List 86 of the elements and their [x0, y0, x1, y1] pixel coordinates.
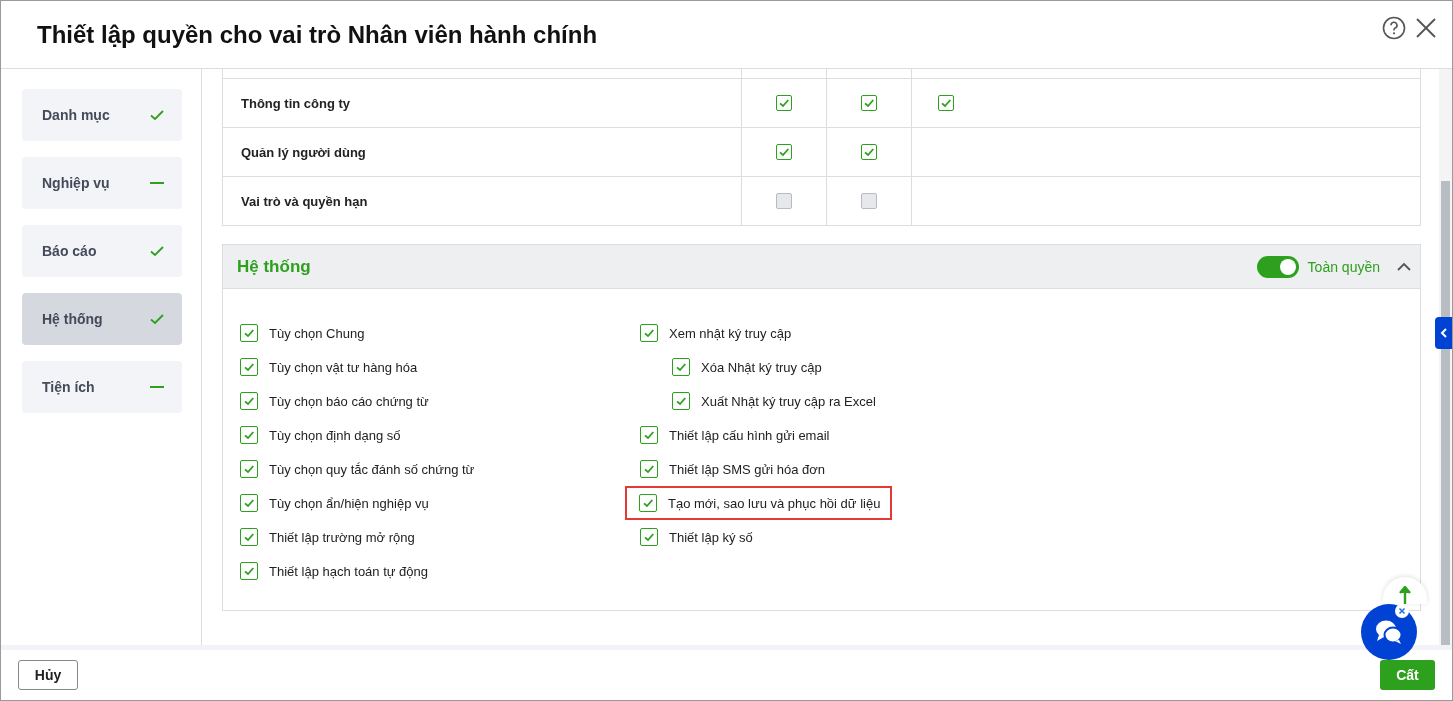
permission-label: Thiết lập ký số — [669, 529, 753, 545]
checkbox[interactable] — [640, 324, 658, 342]
checkbox[interactable] — [861, 144, 877, 160]
check-icon — [243, 565, 255, 577]
close-icon[interactable] — [1416, 18, 1436, 38]
chat-button[interactable] — [1361, 604, 1417, 660]
check-icon — [243, 361, 255, 373]
check-icon — [643, 463, 655, 475]
permission-label: Tùy chọn vật tư hàng hóa — [269, 359, 418, 375]
chat-bubbles-icon — [1374, 618, 1404, 646]
table-cell: Vai trò và quyền hạn — [241, 193, 368, 209]
checkbox[interactable] — [240, 358, 258, 376]
scrollbar-thumb[interactable] — [1441, 181, 1450, 645]
checkbox[interactable] — [938, 95, 954, 111]
check-icon — [863, 97, 875, 109]
check-icon — [778, 97, 790, 109]
permission-label: Xóa Nhật ký truy cập — [701, 359, 822, 375]
permission-label: Tùy chọn báo cáo chứng từ — [269, 393, 429, 409]
checkbox[interactable] — [640, 426, 658, 444]
check-icon — [940, 97, 952, 109]
check-icon — [243, 463, 255, 475]
permission-label: Tạo mới, sao lưu và phục hồi dữ liệu — [668, 495, 881, 511]
check-icon — [243, 429, 255, 441]
sidebar-label: Tiện ích — [42, 379, 95, 395]
sidebar-label: Hệ thống — [42, 311, 103, 327]
checkbox[interactable] — [639, 494, 657, 512]
permission-label: Thiết lập cấu hình gửi email — [669, 427, 830, 443]
arrow-up-icon — [1399, 586, 1411, 604]
check-icon — [863, 146, 875, 158]
checkbox[interactable] — [240, 426, 258, 444]
checkbox[interactable] — [776, 144, 792, 160]
section-title: Hệ thống — [237, 256, 311, 277]
check-icon — [643, 429, 655, 441]
sidebar-item[interactable]: Hệ thống — [22, 293, 182, 345]
check-icon — [778, 146, 790, 158]
sidebar-label: Nghiệp vụ — [42, 175, 110, 191]
chevron-icon — [1439, 328, 1448, 338]
scroll-top-button[interactable] — [1383, 577, 1427, 604]
checkbox[interactable] — [672, 392, 690, 410]
check-icon — [643, 327, 655, 339]
checkbox[interactable] — [240, 562, 258, 580]
permission-label: Xuất Nhật ký truy cập ra Excel — [701, 393, 876, 409]
permission-label: Tùy chọn Chung — [269, 325, 365, 341]
checkbox[interactable] — [240, 324, 258, 342]
check-icon — [675, 395, 687, 407]
sidebar-item[interactable]: Tiện ích — [22, 361, 182, 413]
toggle-label: Toàn quyền — [1307, 258, 1380, 275]
checkbox[interactable] — [240, 528, 258, 546]
sidebar-item[interactable]: Nghiệp vụ — [22, 157, 182, 209]
checkbox[interactable] — [240, 392, 258, 410]
permission-label: Tùy chọn quy tắc đánh số chứng từ — [269, 461, 475, 477]
check-icon — [642, 497, 654, 509]
checkbox[interactable] — [640, 460, 658, 478]
check-icon — [675, 361, 687, 373]
close-icon[interactable] — [1395, 604, 1409, 618]
toggle-switch[interactable] — [1256, 255, 1299, 278]
check-icon — [243, 531, 255, 543]
permission-label: Thiết lập SMS gửi hóa đơn — [669, 461, 825, 477]
checkbox[interactable] — [240, 460, 258, 478]
checkbox[interactable] — [640, 528, 658, 546]
permission-label: Tùy chọn ẩn/hiện nghiệp vụ — [269, 495, 429, 511]
sidebar-item[interactable]: Danh mục — [22, 89, 182, 141]
check-icon — [643, 531, 655, 543]
cancel-button[interactable]: Hủy — [18, 660, 78, 690]
permission-label: Tùy chọn định dạng số — [269, 427, 401, 443]
check-icon — [243, 327, 255, 339]
permission-label: Thiết lập trường mở rộng — [269, 529, 415, 545]
chevron-icon[interactable] — [1397, 262, 1411, 271]
sidebar-label: Danh mục — [42, 107, 110, 123]
permission-label: Xem nhật ký truy cập — [669, 325, 792, 341]
side-panel-tab[interactable] — [1435, 317, 1452, 349]
help-icon[interactable] — [1382, 16, 1406, 40]
permission-label: Thiết lập hạch toán tự động — [269, 563, 429, 579]
checkbox[interactable] — [776, 95, 792, 111]
checkbox[interactable] — [672, 358, 690, 376]
sidebar-label: Báo cáo — [42, 243, 97, 259]
sidebar-item[interactable]: Báo cáo — [22, 225, 182, 277]
check-icon — [243, 395, 255, 407]
table-cell: Thông tin công ty — [241, 95, 351, 111]
checkbox[interactable] — [776, 193, 792, 209]
check-icon — [243, 497, 255, 509]
checkbox[interactable] — [861, 193, 877, 209]
dialog-title: Thiết lập quyền cho vai trò Nhân viên hành chính — [37, 20, 598, 49]
table-cell: Quản lý người dùng — [241, 144, 366, 160]
checkbox[interactable] — [240, 494, 258, 512]
checkbox[interactable] — [861, 95, 877, 111]
